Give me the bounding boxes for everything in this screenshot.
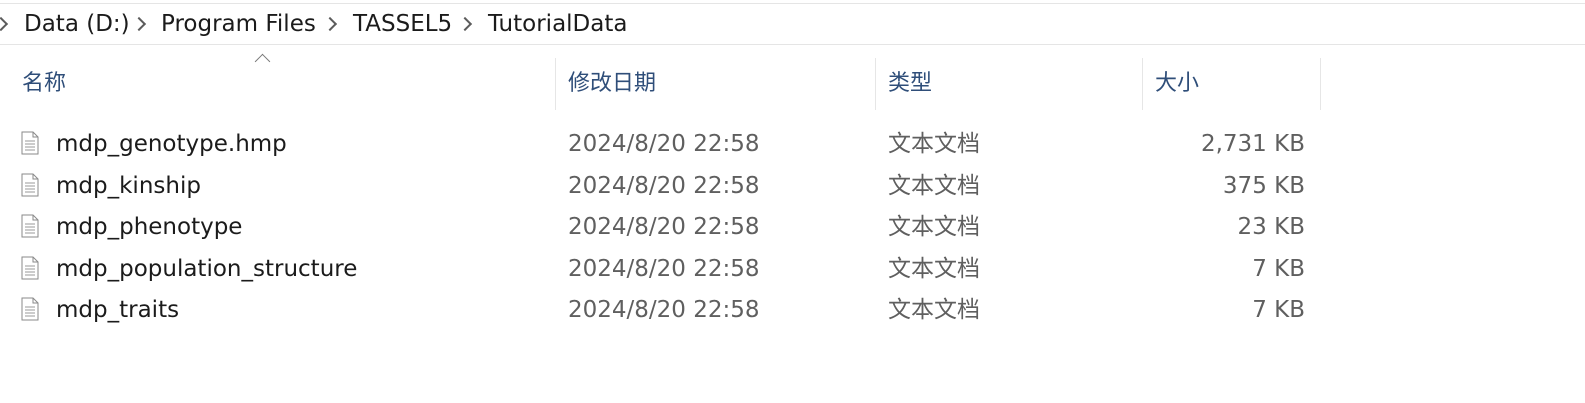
file-type: 文本文档 — [888, 172, 980, 199]
breadcrumb-item-tassel5[interactable]: TASSEL5 — [353, 8, 452, 40]
file-type: 文本文档 — [888, 297, 980, 324]
text-document-icon — [21, 173, 39, 197]
chevron-right-icon[interactable] — [322, 16, 338, 32]
file-explorer-window: Data (D:) Program Files TASSEL5 Tutorial… — [0, 0, 1585, 403]
text-document-icon — [21, 256, 39, 280]
file-date: 2024/8/20 22:58 — [568, 297, 760, 324]
chevron-right-icon[interactable] — [0, 16, 9, 32]
file-row[interactable]: mdp_kinship 2024/8/20 22:58 文本文档 375 KB — [0, 166, 1320, 208]
file-size: 23 KB — [1237, 214, 1305, 241]
breadcrumb-item-program-files[interactable]: Program Files — [161, 8, 316, 40]
file-size: 375 KB — [1222, 172, 1305, 199]
chevron-right-icon[interactable] — [131, 16, 147, 32]
file-size: 7 KB — [1252, 255, 1305, 282]
text-document-icon — [21, 131, 39, 155]
file-row[interactable]: mdp_phenotype 2024/8/20 22:58 文本文档 23 KB — [0, 207, 1320, 249]
text-document-icon — [21, 214, 39, 238]
file-type: 文本文档 — [888, 255, 980, 282]
file-date: 2024/8/20 22:58 — [568, 172, 760, 199]
column-header-date[interactable]: 修改日期 — [556, 58, 875, 110]
file-row[interactable]: mdp_traits 2024/8/20 22:58 文本文档 7 KB — [0, 290, 1320, 332]
file-name: mdp_kinship — [56, 172, 201, 199]
file-type: 文本文档 — [888, 214, 980, 241]
file-date: 2024/8/20 22:58 — [568, 255, 760, 282]
breadcrumb-item-tutorialdata[interactable]: TutorialData — [488, 8, 627, 40]
column-header-name[interactable]: 名称 — [10, 58, 555, 110]
file-date: 2024/8/20 22:58 — [568, 131, 760, 157]
file-size: 7 KB — [1252, 297, 1305, 324]
file-list: mdp_genotype.hmp 2024/8/20 22:58 文本文档 2,… — [0, 124, 1585, 332]
file-date: 2024/8/20 22:58 — [568, 214, 760, 241]
file-row[interactable]: mdp_population_structure 2024/8/20 22:58… — [0, 249, 1320, 291]
file-size: 2,731 KB — [1200, 131, 1305, 157]
column-header-type[interactable]: 类型 — [876, 58, 1142, 110]
file-name: mdp_traits — [56, 297, 180, 324]
file-type: 文本文档 — [888, 131, 980, 157]
file-name: mdp_population_structure — [56, 255, 358, 282]
text-document-icon — [21, 297, 39, 321]
column-header-size[interactable]: 大小 — [1143, 58, 1320, 110]
file-name: mdp_genotype.hmp — [56, 131, 287, 157]
file-row[interactable]: mdp_genotype.hmp 2024/8/20 22:58 文本文档 2,… — [0, 124, 1320, 166]
file-name: mdp_phenotype — [56, 214, 243, 241]
chevron-right-icon[interactable] — [457, 16, 473, 32]
column-divider[interactable] — [1320, 58, 1321, 110]
breadcrumb-item-drive[interactable]: Data (D:) — [24, 8, 130, 40]
breadcrumb: Data (D:) Program Files TASSEL5 Tutorial… — [0, 3, 1585, 45]
